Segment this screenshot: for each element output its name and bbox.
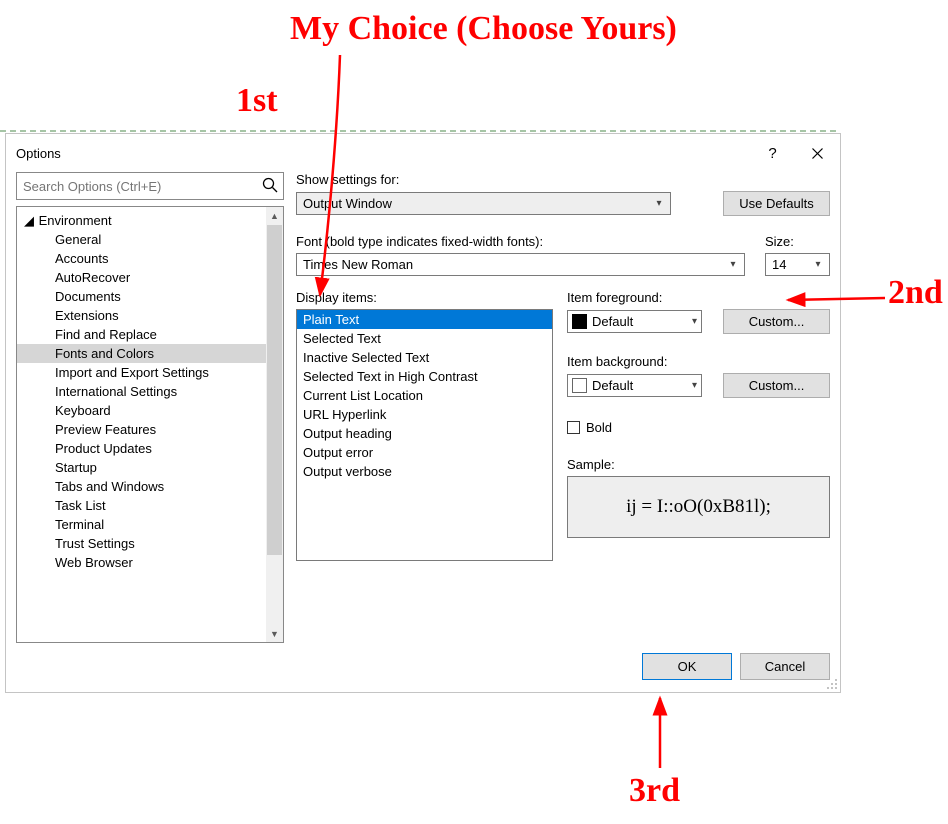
display-items-list[interactable]: Plain TextSelected TextInactive Selected… [296, 309, 553, 561]
tree-item[interactable]: Terminal [17, 515, 266, 534]
list-item[interactable]: Output heading [297, 424, 552, 443]
ok-button[interactable]: OK [642, 653, 732, 680]
chevron-down-icon: ▾ [652, 198, 666, 209]
annotation-second: 2nd [888, 274, 943, 312]
tree-item[interactable]: Web Browser [17, 553, 266, 572]
settings-panel: Show settings for: Output Window ▾ Use D… [296, 172, 830, 643]
chevron-down-icon: ▾ [726, 259, 740, 270]
tree-item[interactable]: Import and Export Settings [17, 363, 266, 382]
display-items-label: Display items: [296, 290, 553, 305]
font-label: Font (bold type indicates fixed-width fo… [296, 234, 745, 249]
collapse-icon: ◢ [23, 211, 35, 230]
list-item[interactable]: Output error [297, 443, 552, 462]
titlebar: Options ? [6, 134, 840, 172]
size-dropdown[interactable]: 14 ▾ [765, 253, 830, 276]
help-button[interactable]: ? [750, 138, 795, 168]
tree-item[interactable]: Find and Replace [17, 325, 266, 344]
tree-item[interactable]: General [17, 230, 266, 249]
show-settings-dropdown[interactable]: Output Window ▾ [296, 192, 671, 215]
tree-item[interactable]: Extensions [17, 306, 266, 325]
background-label: Item background: [567, 354, 830, 369]
use-defaults-button[interactable]: Use Defaults [723, 191, 830, 216]
bold-checkbox[interactable]: Bold [567, 420, 830, 435]
dialog-footer: OK Cancel [6, 643, 840, 692]
tree-item[interactable]: Documents [17, 287, 266, 306]
color-swatch-icon [572, 378, 587, 393]
tree-root-label: Environment [39, 211, 112, 230]
foreground-value: Default [592, 314, 687, 329]
list-item[interactable]: Output verbose [297, 462, 552, 481]
tree-item[interactable]: Accounts [17, 249, 266, 268]
tree-item[interactable]: Fonts and Colors [17, 344, 266, 363]
tree-scrollbar[interactable]: ▲ ▼ [266, 207, 283, 642]
tree-item[interactable]: International Settings [17, 382, 266, 401]
tree-item[interactable]: AutoRecover [17, 268, 266, 287]
tree-item[interactable]: Trust Settings [17, 534, 266, 553]
scroll-down-icon[interactable]: ▼ [266, 625, 283, 642]
search-field[interactable] [16, 172, 284, 200]
background-dropdown[interactable]: Default ▾ [567, 374, 702, 397]
tree-item[interactable]: Keyboard [17, 401, 266, 420]
tree-root-environment[interactable]: ◢ Environment [17, 211, 266, 230]
chevron-down-icon: ▾ [692, 380, 697, 391]
close-icon [812, 148, 823, 159]
list-item[interactable]: Selected Text [297, 329, 552, 348]
foreground-label: Item foreground: [567, 290, 830, 305]
search-icon [261, 176, 279, 194]
annotation-my-choice: My Choice (Choose Yours) [290, 10, 677, 48]
tree-item[interactable]: Product Updates [17, 439, 266, 458]
sample-preview: ij = I::oO(0xB81l); [567, 476, 830, 538]
dialog-title: Options [16, 146, 61, 161]
resize-grip-icon[interactable] [826, 678, 838, 690]
tree-item[interactable]: Tabs and Windows [17, 477, 266, 496]
font-value: Times New Roman [303, 257, 726, 272]
tree-item[interactable]: Task List [17, 496, 266, 515]
list-item[interactable]: URL Hyperlink [297, 405, 552, 424]
scroll-up-icon[interactable]: ▲ [266, 207, 283, 224]
foreground-dropdown[interactable]: Default ▾ [567, 310, 702, 333]
size-label: Size: [765, 234, 830, 249]
annotation-first: 1st [236, 82, 278, 120]
size-value: 14 [772, 257, 811, 272]
list-item[interactable]: Inactive Selected Text [297, 348, 552, 367]
tree-item[interactable]: Startup [17, 458, 266, 477]
annotation-third: 3rd [629, 772, 680, 810]
cancel-button[interactable]: Cancel [740, 653, 830, 680]
scroll-thumb[interactable] [267, 225, 282, 555]
list-item[interactable]: Selected Text in High Contrast [297, 367, 552, 386]
sample-label: Sample: [567, 457, 830, 472]
background-value: Default [592, 378, 687, 393]
show-settings-label: Show settings for: [296, 172, 830, 187]
bold-label: Bold [586, 420, 612, 435]
list-item[interactable]: Plain Text [297, 310, 552, 329]
color-swatch-icon [572, 314, 587, 329]
search-input[interactable] [17, 173, 283, 199]
font-dropdown[interactable]: Times New Roman ▾ [296, 253, 745, 276]
list-item[interactable]: Current List Location [297, 386, 552, 405]
chevron-down-icon: ▾ [692, 316, 697, 327]
left-column: ◢ EnvironmentGeneralAccountsAutoRecoverD… [16, 172, 284, 643]
background-custom-button[interactable]: Custom... [723, 373, 830, 398]
tree-item[interactable]: Preview Features [17, 420, 266, 439]
options-dialog: Options ? ◢ EnvironmentGeneralAccountsAu… [5, 133, 841, 693]
close-button[interactable] [795, 138, 840, 168]
category-tree[interactable]: ◢ EnvironmentGeneralAccountsAutoRecoverD… [16, 206, 284, 643]
chevron-down-icon: ▾ [811, 259, 825, 270]
foreground-custom-button[interactable]: Custom... [723, 309, 830, 334]
checkbox-box [567, 421, 580, 434]
show-settings-value: Output Window [303, 196, 652, 211]
